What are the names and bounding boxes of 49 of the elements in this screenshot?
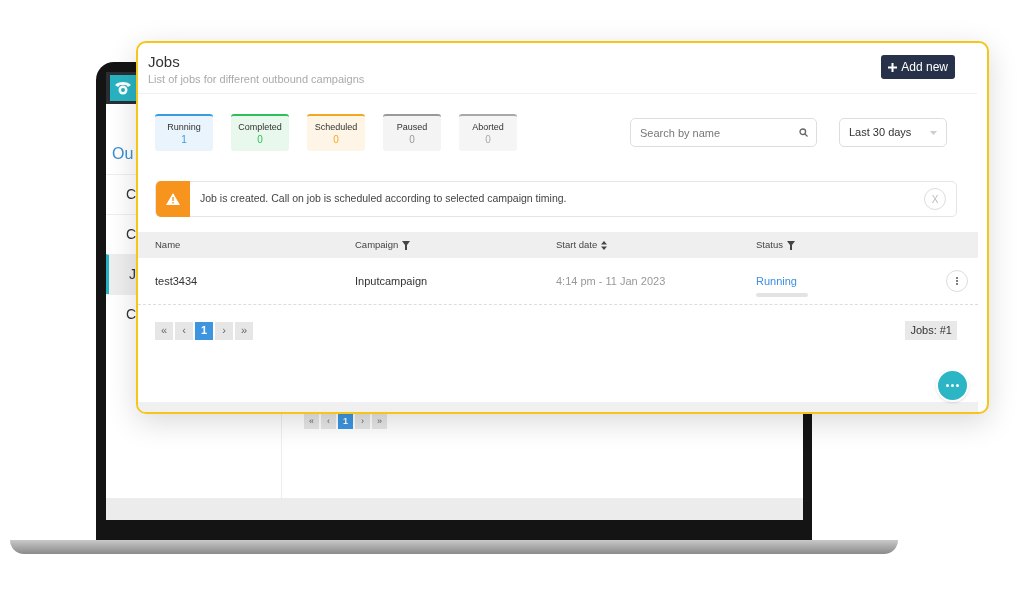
page-title: Jobs [148, 53, 181, 71]
chat-icon [946, 384, 959, 387]
period-dropdown[interactable]: Last 30 days [839, 118, 947, 147]
status-label: Paused [396, 121, 428, 133]
status-card[interactable]: Completed 0 [231, 114, 289, 151]
page-button[interactable]: « [155, 321, 173, 340]
status-card[interactable]: Running 1 [155, 114, 213, 151]
status-label: Completed [238, 121, 282, 133]
sort-icon[interactable] [601, 240, 608, 250]
status-count: 0 [257, 133, 263, 146]
status-label: Aborted [472, 121, 504, 133]
search-field[interactable]: Search by name [630, 118, 817, 147]
alert-message: Job is created. Call on job is scheduled according to selected campaign timing. [200, 191, 568, 207]
table-cell-text: 4:14 pm - 11 Jan 2023 [556, 273, 667, 289]
status-count: 0 [409, 133, 415, 146]
filter-icon[interactable] [786, 240, 795, 250]
status-count: 0 [485, 133, 491, 146]
status-link[interactable]: Running [756, 272, 808, 290]
status-label: Scheduled [314, 121, 358, 133]
page-button[interactable]: ‹ [321, 414, 336, 429]
status-card[interactable]: Paused 0 [383, 114, 441, 151]
status-card[interactable]: Scheduled 0 [307, 114, 365, 151]
plus-icon [888, 62, 898, 72]
page-button[interactable]: » [235, 321, 253, 340]
page-subtitle: List of jobs for different outbound campaigns [148, 72, 365, 87]
column-header[interactable]: Status [756, 237, 783, 253]
add-new-button[interactable]: Add new [881, 55, 955, 79]
column-header[interactable]: Name [155, 237, 181, 253]
page-button[interactable]: ‹ [175, 321, 193, 340]
page-button[interactable]: 1 [195, 321, 213, 340]
page-button[interactable]: « [304, 414, 319, 429]
page-button[interactable]: › [215, 321, 233, 340]
filter-icon[interactable] [402, 240, 411, 250]
table-cell-text: Inputcampaign [355, 273, 429, 289]
column-header[interactable]: Campaign [355, 237, 399, 253]
status-label: Running [167, 121, 201, 133]
status-count: 1 [181, 133, 187, 146]
page-button[interactable]: » [372, 414, 387, 429]
sidebar-heading: Ou [112, 145, 134, 163]
search-icon [799, 128, 808, 137]
page-button[interactable]: 1 [338, 414, 353, 429]
status-count: 0 [333, 133, 339, 146]
status-card[interactable]: Aborted 0 [459, 114, 517, 151]
warning-icon [156, 181, 190, 217]
jobs-count: Jobs: #1 [905, 321, 957, 340]
column-header[interactable]: Start date [556, 237, 598, 253]
table-cell-text: test3434 [155, 273, 199, 289]
page-button[interactable]: › [355, 414, 370, 429]
caret-icon [930, 130, 937, 135]
